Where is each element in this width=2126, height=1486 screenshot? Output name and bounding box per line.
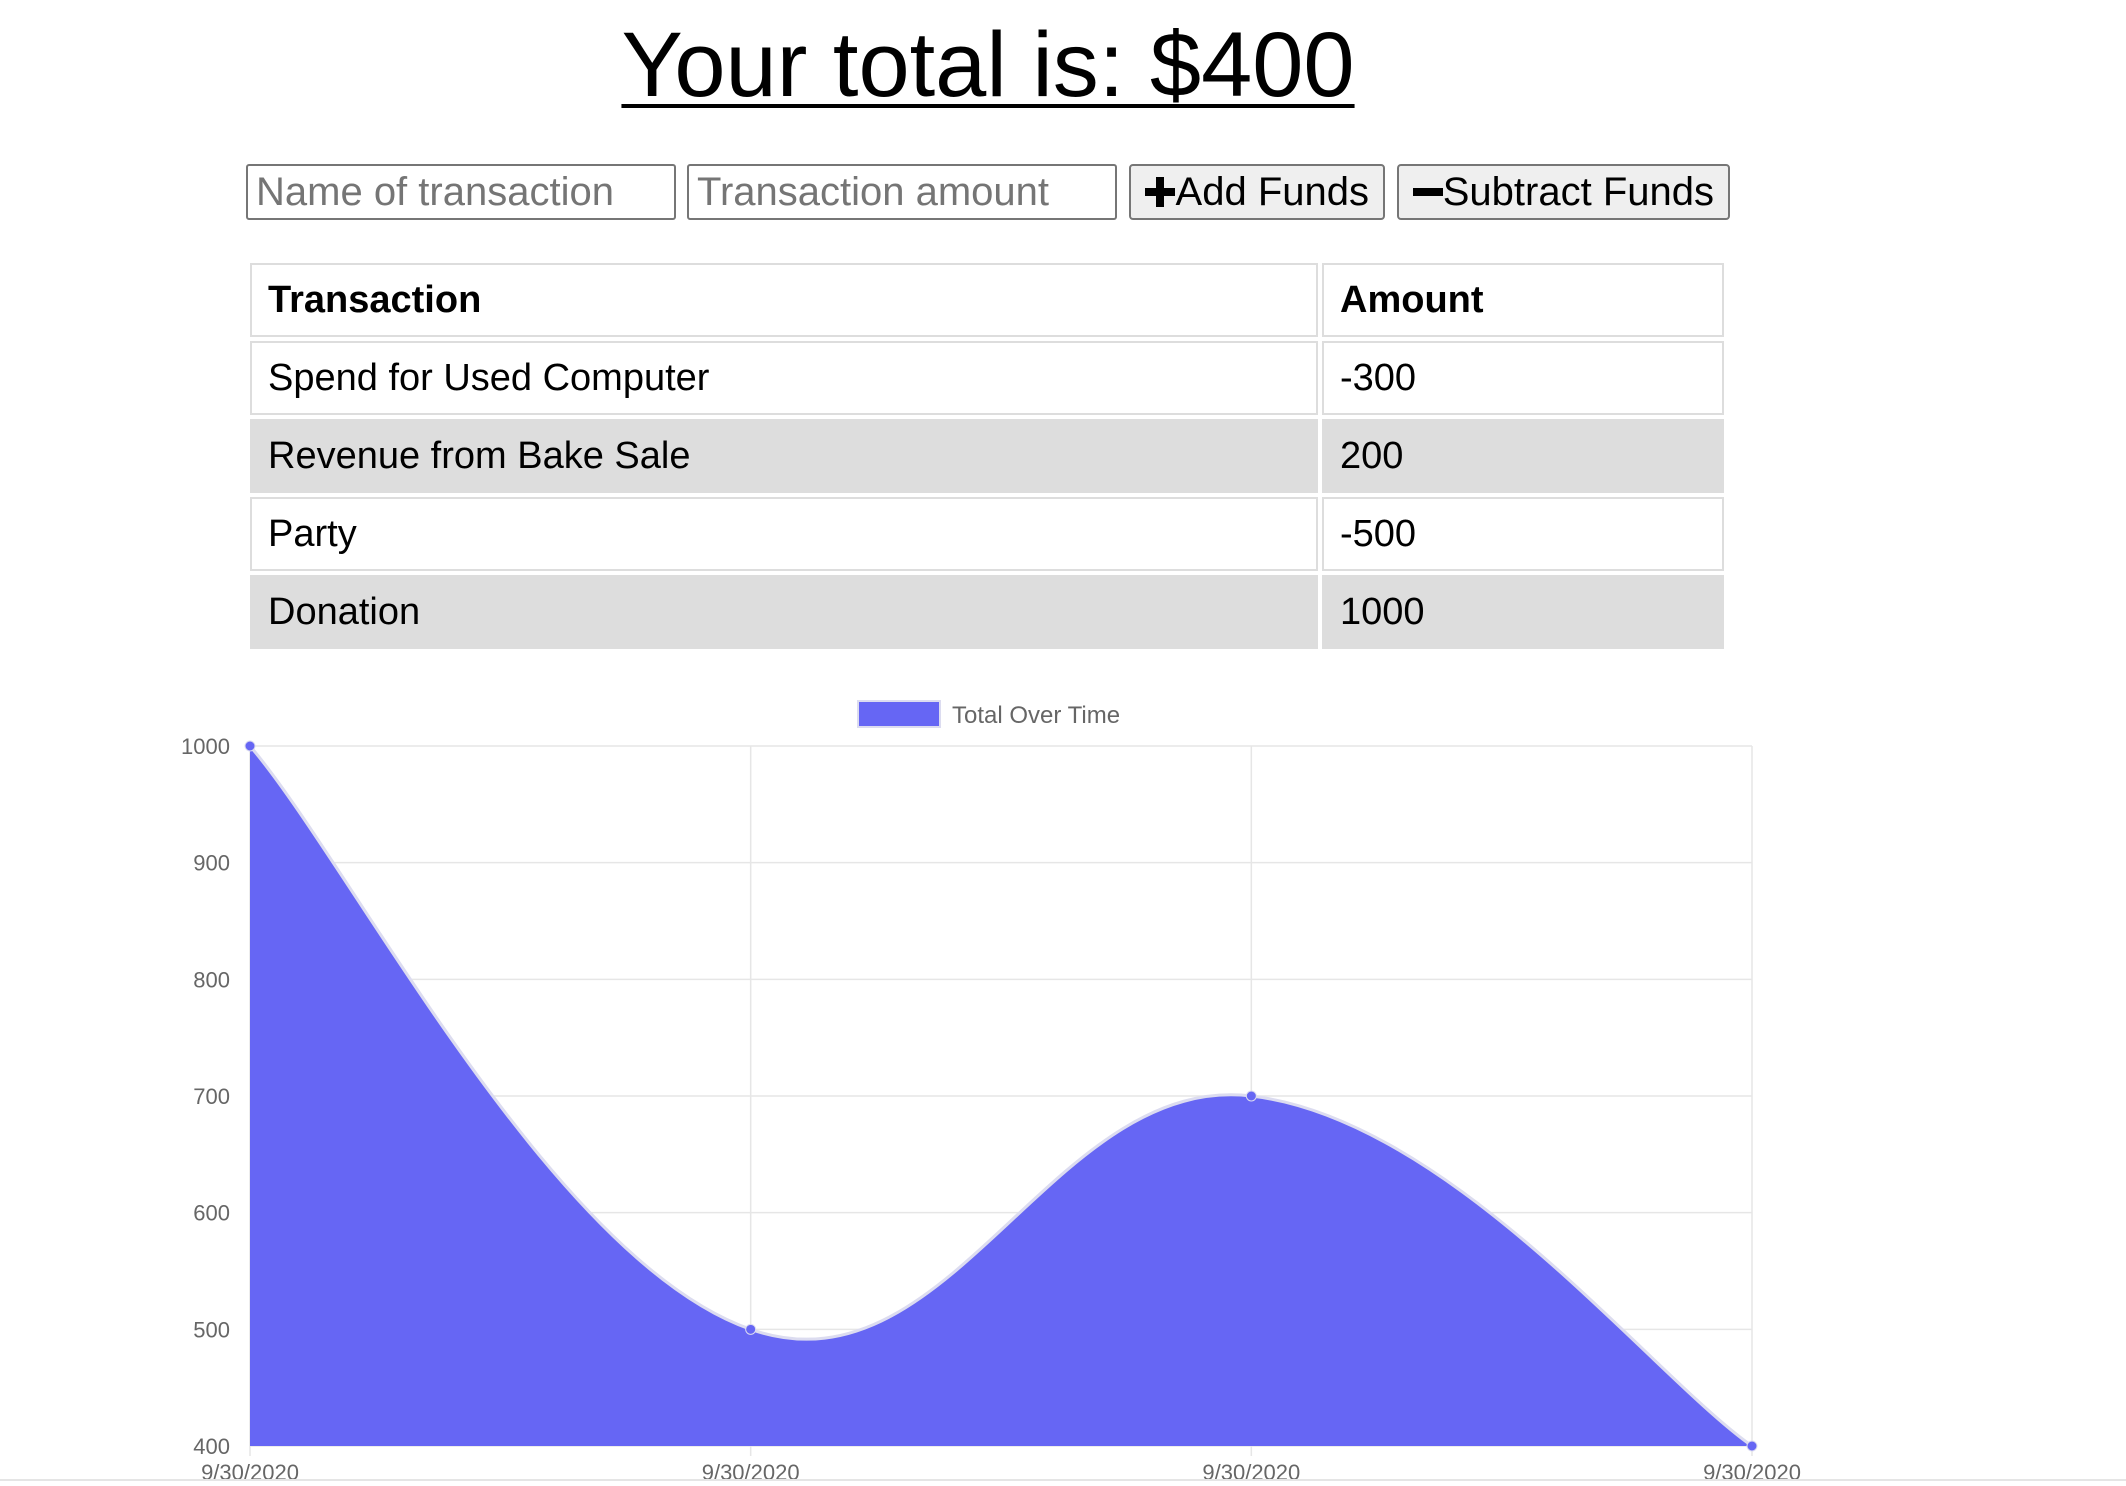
data-point[interactable] xyxy=(1746,1440,1758,1452)
data-point[interactable] xyxy=(745,1323,757,1335)
add-funds-label: Add Funds xyxy=(1175,169,1369,214)
y-axis-ticks: 1000 900 800 700 600 500 400 xyxy=(181,734,230,1459)
data-point[interactable] xyxy=(1245,1090,1257,1102)
y-tick-label: 500 xyxy=(193,1317,230,1342)
transaction-name-cell: Donation xyxy=(250,575,1318,649)
y-tick-label: 1000 xyxy=(181,734,230,759)
x-tick-label: 9/30/2020 xyxy=(702,1460,800,1480)
transaction-amount-cell: -300 xyxy=(1322,341,1724,415)
transaction-amount-cell: 1000 xyxy=(1322,575,1724,649)
x-axis-ticks: 9/30/2020 9/30/2020 9/30/2020 9/30/2020 xyxy=(201,1460,1801,1480)
table-row: Revenue from Bake Sale 200 xyxy=(250,419,1724,493)
legend-label: Total Over Time xyxy=(952,702,1120,729)
subtract-funds-button[interactable]: Subtract Funds xyxy=(1397,164,1730,220)
y-tick-label: 400 xyxy=(193,1434,230,1459)
table-row: Spend for Used Computer -300 xyxy=(250,341,1724,415)
transaction-name-cell: Revenue from Bake Sale xyxy=(250,419,1318,493)
transaction-amount-cell: -500 xyxy=(1322,497,1724,571)
plus-icon xyxy=(1145,177,1175,207)
data-point[interactable] xyxy=(244,740,256,752)
legend-swatch xyxy=(857,700,941,728)
page-divider xyxy=(0,1479,2126,1481)
y-tick-label: 800 xyxy=(193,967,230,992)
x-tick-label: 9/30/2020 xyxy=(1703,1460,1801,1480)
column-header-amount: Amount xyxy=(1322,263,1724,337)
x-tick-label: 9/30/2020 xyxy=(201,1460,299,1480)
budget-page: Your total is: $400 Add Funds Subtract F… xyxy=(0,0,2126,1486)
total-over-time-chart: 1000900800700600500400 9/30/2020 9/30/202… xyxy=(181,700,1801,1480)
transactions-table: Transaction Amount Spend for Used Comput… xyxy=(246,259,1728,653)
add-funds-button[interactable]: Add Funds xyxy=(1129,164,1385,220)
table-row: Party -500 xyxy=(250,497,1724,571)
subtract-funds-label: Subtract Funds xyxy=(1442,169,1714,214)
y-tick-label: 600 xyxy=(193,1201,230,1226)
transaction-amount-cell: 200 xyxy=(1322,419,1724,493)
transaction-name-cell: Spend for Used Computer xyxy=(250,341,1318,415)
table-header-row: Transaction Amount xyxy=(250,263,1724,337)
transaction-name-cell: Party xyxy=(250,497,1318,571)
y-tick-label: 700 xyxy=(193,1084,230,1109)
table-row: Donation 1000 xyxy=(250,575,1724,649)
total-heading: Your total is: $400 xyxy=(621,14,1355,116)
column-header-transaction: Transaction xyxy=(250,263,1318,337)
minus-icon xyxy=(1413,177,1443,207)
transaction-name-input[interactable] xyxy=(246,164,676,220)
x-tick-label: 9/30/2020 xyxy=(1202,1460,1300,1480)
transaction-amount-input[interactable] xyxy=(687,164,1117,220)
y-tick-label: 900 xyxy=(193,851,230,876)
chart-legend[interactable]: Total Over Time xyxy=(857,700,1120,729)
